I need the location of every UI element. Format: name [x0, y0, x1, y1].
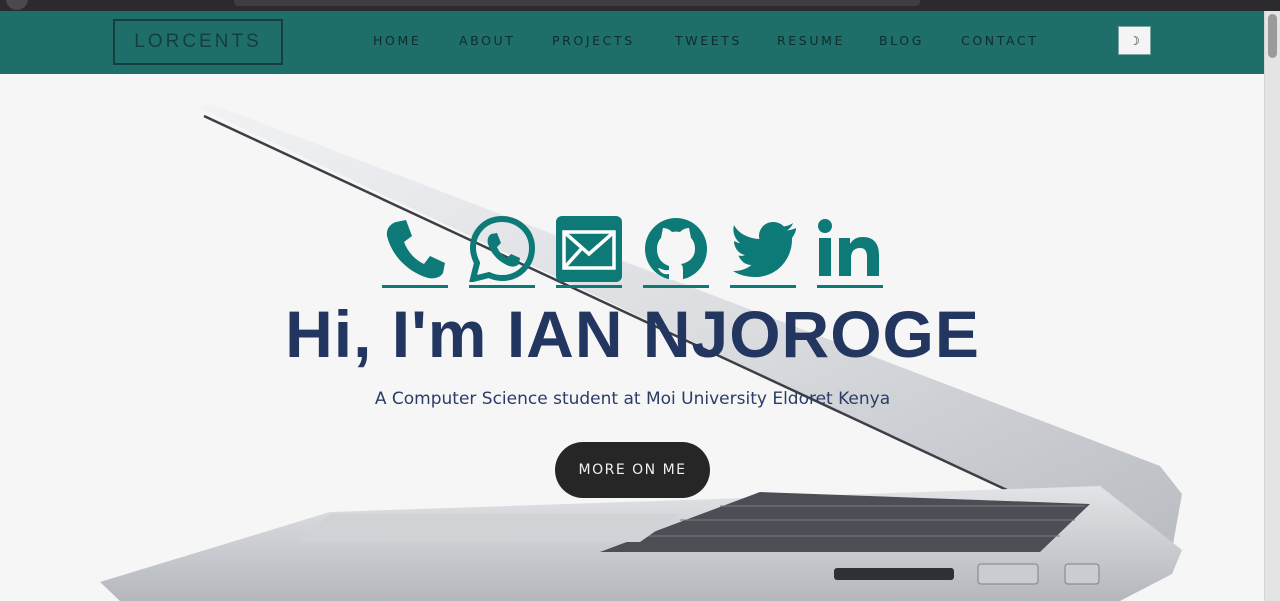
nav-blog[interactable]: BLOG: [879, 33, 924, 48]
greeting-text: Hi, I'm: [285, 297, 507, 371]
hero-headline: Hi, I'm IAN NJOROGE: [0, 296, 1265, 372]
brand-logo[interactable]: LORCENTS: [113, 19, 283, 65]
nav-contact[interactable]: CONTACT: [961, 33, 1038, 48]
github-icon: [645, 218, 707, 280]
social-links: [382, 216, 904, 288]
more-on-me-button[interactable]: MORE ON ME: [555, 442, 710, 498]
nav-resume[interactable]: RESUME: [777, 33, 845, 48]
email-icon: [556, 216, 622, 282]
nav-projects[interactable]: PROJECTS: [552, 33, 635, 48]
phone-icon: [386, 220, 445, 279]
hero-subtitle: A Computer Science student at Moi Univer…: [374, 389, 891, 409]
linkedin-link[interactable]: [817, 216, 883, 288]
github-link[interactable]: [643, 216, 709, 288]
email-link[interactable]: [556, 216, 622, 288]
nav-tweets[interactable]: TWEETS: [675, 33, 742, 48]
twitter-link[interactable]: [730, 216, 796, 288]
scrollbar-thumb[interactable]: [1268, 14, 1277, 58]
navbar: LORCENTS HOME ABOUT PROJECTS TWEETS RESU…: [0, 11, 1265, 74]
theme-toggle-button[interactable]: ☽: [1118, 26, 1151, 55]
phone-link[interactable]: [382, 216, 448, 288]
whatsapp-icon: [469, 216, 535, 282]
hero-section: Hi, I'm IAN NJOROGE A Computer Science s…: [0, 74, 1265, 601]
address-bar[interactable]: [234, 0, 920, 6]
twitter-icon: [733, 222, 796, 277]
nav-home[interactable]: HOME: [373, 33, 421, 48]
nav-about[interactable]: ABOUT: [459, 33, 516, 48]
scrollbar[interactable]: [1264, 11, 1280, 601]
linkedin-icon: [818, 219, 879, 276]
whatsapp-link[interactable]: [469, 216, 535, 288]
moon-icon: ☽: [1129, 33, 1140, 48]
browser-button[interactable]: [6, 0, 28, 10]
hero-name: IAN NJOROGE: [506, 297, 980, 371]
